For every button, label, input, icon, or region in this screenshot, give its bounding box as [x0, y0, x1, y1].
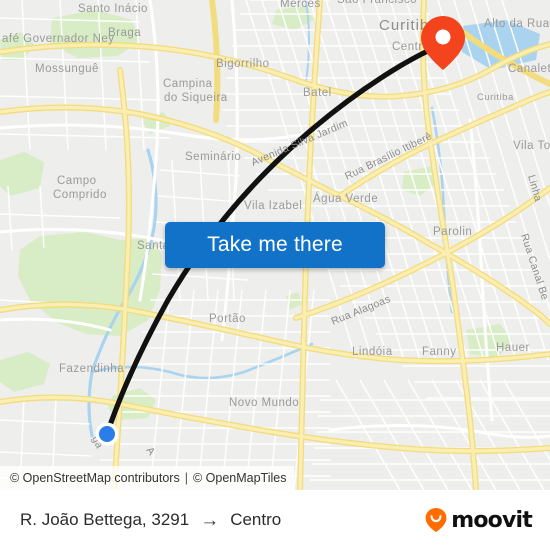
map-place-label: Comprido	[53, 189, 107, 201]
map-place-label: Água Verde	[313, 192, 378, 205]
moovit-pin-icon	[425, 508, 447, 532]
route-summary: R. João Bettega, 3291 → Centro	[20, 510, 281, 530]
map-place-label: Hauer	[496, 342, 530, 354]
map-place-label: Novo Mundo	[229, 397, 299, 409]
moovit-trip-preview: Santo Inácio afé Governador Ney Braga Mercê…	[0, 0, 550, 550]
map-canvas[interactable]: Santo Inácio afé Governador Ney Braga Mercê…	[0, 0, 550, 490]
map-place-label: Vila Tor	[513, 140, 550, 152]
trip-footer: R. João Bettega, 3291 → Centro moovit	[0, 490, 550, 550]
map-place-label: Santo Inácio	[78, 3, 148, 15]
map-place-label: Campo	[57, 175, 97, 187]
map-place-label: Canaleta	[508, 63, 550, 75]
attribution-osm[interactable]: © OpenStreetMap contributors	[10, 471, 180, 485]
attribution-separator: |	[184, 471, 188, 485]
map-place-label: Curitiba	[477, 92, 514, 103]
origin-label: R. João Bettega, 3291	[20, 510, 190, 529]
map-place-label: Mercês	[280, 0, 321, 10]
map-place-label: Mossunguê	[35, 63, 99, 75]
map-place-label: Campina	[163, 78, 213, 90]
map-place-label: São Francisco	[337, 0, 417, 6]
map-attribution: © OpenStreetMap contributors | © OpenMap…	[0, 466, 295, 490]
map-place-label: Parolin	[433, 226, 472, 238]
attribution-tiles[interactable]: © OpenMapTiles	[193, 471, 287, 485]
destination-label: Centro	[230, 510, 282, 529]
map-place-label: Bigorrilho	[216, 58, 270, 70]
map-place-label: do Siqueira	[164, 92, 228, 104]
map-place-label: Vila Izabel	[244, 200, 302, 212]
map-place-label: Portão	[209, 313, 246, 325]
map-place-label: Batel	[303, 87, 332, 99]
moovit-wordmark: moovit	[451, 507, 533, 533]
map-place-label: Seminário	[185, 151, 241, 163]
map-place-label: Braga	[108, 27, 141, 39]
map-place-label: Fazendinha	[59, 363, 124, 375]
map-place-label: Alto da Rua	[484, 18, 550, 30]
moovit-logo[interactable]: moovit	[424, 507, 533, 533]
map-place-label: Lindóia	[352, 346, 393, 358]
arrow-right-icon: →	[200, 509, 220, 531]
map-place-label: Fanny	[422, 346, 456, 358]
map-place-label: afé Governador Ney	[2, 33, 115, 45]
take-me-there-button[interactable]: Take me there	[165, 222, 385, 268]
